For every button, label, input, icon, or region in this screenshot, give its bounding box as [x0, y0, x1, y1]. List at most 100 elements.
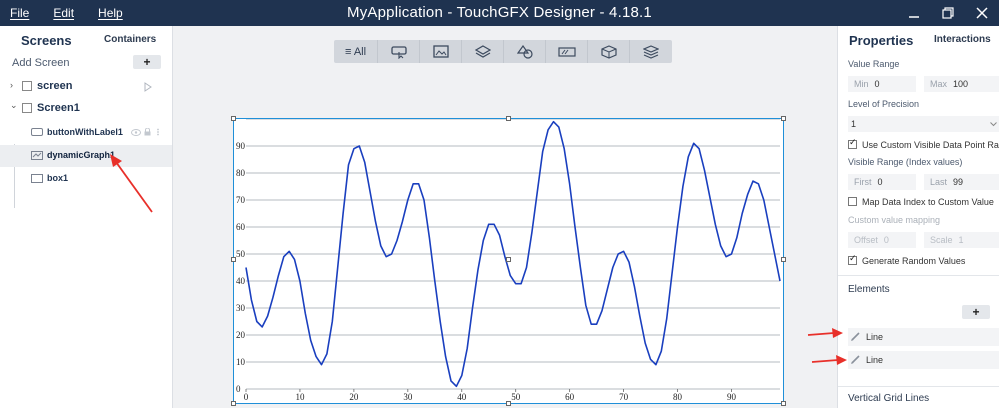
resize-handle[interactable] — [781, 401, 786, 406]
y-tick-label: 40 — [236, 276, 246, 286]
move-handle[interactable] — [506, 257, 511, 262]
close-button[interactable] — [965, 0, 999, 26]
tree-item-label: screen — [37, 80, 73, 92]
play-icon[interactable] — [144, 82, 152, 92]
custom-visible-range-checkbox[interactable] — [848, 138, 857, 149]
title-bar: File Edit Help MyApplication - TouchGFX … — [0, 0, 999, 26]
tree-item-label: Screen1 — [37, 102, 80, 114]
x-tick-label: 60 — [565, 392, 575, 402]
min-value-field[interactable]: Min 0 — [848, 76, 916, 92]
close-icon — [976, 7, 988, 19]
shapes-icon — [516, 44, 533, 59]
chevron-down-icon — [990, 122, 997, 127]
resize-handle[interactable] — [231, 116, 236, 121]
first-key: First — [854, 177, 872, 187]
minimize-button[interactable] — [897, 0, 931, 26]
precision-select[interactable]: 1 — [848, 116, 999, 132]
screens-panel: Screens Containers Add Screen + › screen… — [0, 26, 173, 408]
drag-handle-icon[interactable] — [156, 128, 160, 136]
box-widget-icon — [31, 174, 43, 183]
filter-all-button[interactable]: ≡ All — [334, 40, 378, 63]
visible-range-label: Visible Range (Index values) — [848, 157, 963, 167]
tree-item-label: buttonWithLabel1 — [47, 127, 123, 137]
tree-item-label: box1 — [47, 173, 69, 183]
resize-handle[interactable] — [506, 401, 511, 406]
properties-title[interactable]: Properties — [849, 33, 913, 48]
design-canvas[interactable]: ≡ All 0 10 20 30 40 50 60 70 80 90 0 10 20 30 40 50 60 70… — [173, 26, 837, 408]
tree-item-box1[interactable]: box1 — [0, 168, 172, 190]
restore-icon — [942, 7, 954, 19]
image-filter[interactable] — [420, 40, 462, 63]
graph-widget-icon — [31, 151, 43, 160]
max-value: 100 — [953, 79, 969, 89]
max-value-field[interactable]: Max 100 — [924, 76, 999, 92]
layers-icon — [474, 44, 491, 58]
window-controls — [897, 0, 999, 26]
x-tick-label: 40 — [457, 392, 467, 402]
properties-panel: Properties Interactions Value Range Min … — [837, 26, 999, 408]
tab-interactions[interactable]: Interactions — [934, 34, 991, 45]
random-values-label: Generate Random Values — [862, 256, 966, 266]
random-values-checkbox[interactable] — [848, 254, 857, 265]
last-value: 99 — [953, 177, 964, 187]
pencil-icon — [851, 332, 860, 341]
add-screen-button[interactable]: + — [133, 55, 161, 69]
tree-item-screen[interactable]: › screen — [0, 76, 172, 98]
restore-button[interactable] — [931, 0, 965, 26]
chevron-right-icon[interactable]: › — [10, 80, 13, 90]
last-key: Last — [930, 177, 948, 187]
element-item-line[interactable]: Line — [848, 328, 999, 346]
resize-handle[interactable] — [781, 257, 786, 262]
first-index-field[interactable]: First 0 — [848, 174, 916, 190]
custom-mapping-label: Custom value mapping — [848, 215, 941, 225]
minimize-icon — [909, 16, 919, 18]
resize-handle[interactable] — [231, 401, 236, 406]
x-tick-label: 10 — [295, 392, 305, 402]
vertical-grid-lines-label: Vertical Grid Lines — [848, 393, 930, 404]
chevron-down-icon[interactable]: ⌄ — [10, 100, 18, 111]
y-tick-label: 80 — [236, 168, 246, 178]
map-index-label: Map Data Index to Custom Value — [862, 197, 994, 207]
pencil-icon — [851, 355, 860, 364]
last-index-field[interactable]: Last 99 — [924, 174, 999, 190]
precision-value: 1 — [851, 119, 857, 129]
eye-icon[interactable] — [131, 129, 141, 136]
stack-icon — [643, 44, 659, 59]
tab-containers[interactable]: Containers — [104, 34, 156, 45]
offset-field: Offset 0 — [848, 232, 916, 248]
resize-handle[interactable] — [506, 116, 511, 121]
element-item-line[interactable]: Line — [848, 351, 999, 369]
tree-item-buttonwithlabel1[interactable]: buttonWithLabel1 — [0, 122, 172, 144]
image-icon — [432, 45, 449, 58]
stack-filter[interactable] — [630, 40, 672, 63]
x-tick-label: 20 — [349, 392, 359, 402]
max-key: Max — [930, 79, 948, 89]
container-filter[interactable] — [462, 40, 504, 63]
3d-filter[interactable] — [588, 40, 630, 63]
map-index-checkbox[interactable] — [848, 197, 857, 206]
value-range-label: Value Range — [848, 59, 900, 69]
y-tick-label: 10 — [236, 357, 246, 367]
shapes-filter[interactable] — [504, 40, 546, 63]
y-tick-label: 50 — [236, 249, 246, 259]
add-element-button[interactable]: + — [962, 305, 990, 319]
first-value: 0 — [877, 177, 883, 187]
x-tick-label: 0 — [244, 392, 249, 402]
min-value: 0 — [874, 79, 880, 89]
scale-value: 1 — [958, 235, 964, 245]
tree-item-screen1[interactable]: ⌄ Screen1 — [0, 98, 172, 120]
tab-screens[interactable]: Screens — [21, 33, 72, 48]
screen-icon — [22, 81, 32, 91]
x-tick-label: 30 — [403, 392, 413, 402]
x-tick-label: 70 — [619, 392, 629, 402]
tree-item-dynamicgraph1[interactable]: dynamicGraph1 — [0, 145, 172, 167]
resize-handle[interactable] — [231, 257, 236, 262]
button-icon — [390, 45, 407, 59]
lock-icon[interactable] — [144, 128, 151, 136]
progress-filter[interactable] — [546, 40, 588, 63]
button-filter[interactable] — [378, 40, 420, 63]
precision-label: Level of Precision — [848, 99, 920, 109]
button-widget-icon — [31, 128, 43, 136]
resize-handle[interactable] — [781, 116, 786, 121]
tree-item-label: dynamicGraph1 — [47, 150, 116, 160]
